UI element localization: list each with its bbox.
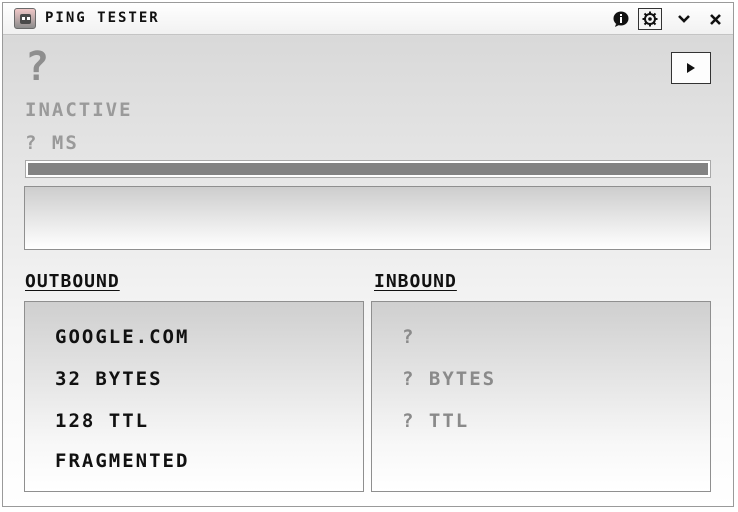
play-icon [687,63,695,73]
inbound-label: INBOUND [374,271,457,292]
inbound-ttl: ? TTL [402,410,470,432]
info-button[interactable] [609,8,633,30]
title-bar[interactable]: PING TESTER [3,3,733,35]
outbound-panel: GOOGLE.COM 32 BYTES 128 TTL FRAGMENTED [24,301,364,492]
chevron-down-icon [678,15,690,23]
outbound-host[interactable]: GOOGLE.COM [55,326,189,348]
ping-tester-window: PING TESTER ? INACTIVE ? MS OUTBOUND INB… [2,2,734,507]
status-symbol: ? [25,44,50,90]
status-text: INACTIVE [25,99,133,121]
progress-bar [25,160,711,178]
progress-track [28,163,708,175]
window-title: PING TESTER [45,10,160,26]
outbound-label: OUTBOUND [25,271,120,292]
latency-value: ? MS [25,132,79,154]
inbound-host: ? [402,326,416,348]
close-button[interactable] [703,8,727,30]
inbound-panel: ? ? BYTES ? TTL [371,301,711,492]
settings-button[interactable] [638,8,662,30]
info-icon [613,11,629,27]
outbound-fragmented[interactable]: FRAGMENTED [55,450,189,472]
gear-icon [642,11,658,27]
outbound-ttl[interactable]: 128 TTL [55,410,149,432]
outbound-bytes[interactable]: 32 BYTES [55,368,163,390]
inbound-bytes: ? BYTES [402,368,497,390]
app-icon [14,8,36,29]
output-box [24,186,711,250]
close-icon [709,13,721,25]
start-ping-button[interactable] [671,52,711,84]
minimize-button[interactable] [672,8,696,30]
